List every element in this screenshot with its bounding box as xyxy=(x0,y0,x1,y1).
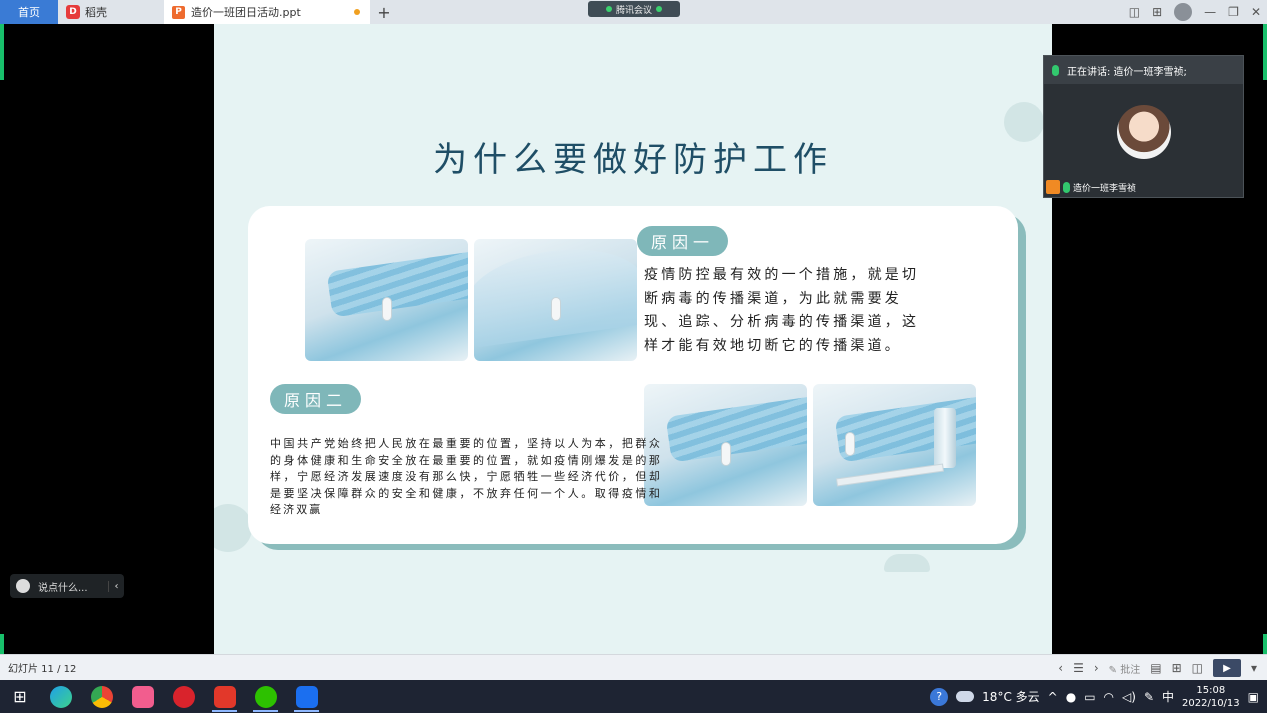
taskbar-chrome[interactable] xyxy=(81,680,122,713)
participant-avatar xyxy=(1117,105,1171,159)
emoji-icon[interactable] xyxy=(16,579,30,593)
grid-view-icon[interactable]: ⊞ xyxy=(1152,5,1162,19)
taskbar-edge[interactable] xyxy=(40,680,81,713)
ime-indicator[interactable]: 中 xyxy=(1162,688,1174,705)
reading-view-icon[interactable]: ◫ xyxy=(1192,661,1203,675)
daoke-logo-icon: D xyxy=(66,5,80,19)
syringe-shape xyxy=(837,464,944,486)
system-tray: ? 18°C 多云 ^ ● ▭ ◠ ◁) ✎ 中 15:08 2022/10/1… xyxy=(930,680,1267,713)
window-controls: ◫ ⊞ — ❐ ✕ xyxy=(1129,0,1261,24)
signal-icon xyxy=(605,6,612,12)
unsaved-dot-icon xyxy=(354,9,360,15)
chat-input-widget[interactable]: 说点什么... ‹ xyxy=(10,574,124,598)
new-tab-button[interactable]: + xyxy=(370,0,398,24)
reading-mode-icon[interactable]: ◫ xyxy=(1129,5,1140,19)
virus-decoration-icon xyxy=(214,504,252,552)
vial-shape xyxy=(934,408,957,469)
share-border-mark xyxy=(0,634,4,654)
recording-dot-icon xyxy=(656,6,662,12)
restore-icon[interactable]: ❐ xyxy=(1228,5,1239,19)
speaking-indicator: 正在讲话: 造价一班李雪祯; xyxy=(1044,56,1243,84)
mask-photo-2 xyxy=(474,239,637,361)
taskbar-wps[interactable] xyxy=(204,680,245,713)
annotate-button[interactable]: ✎ 批注 xyxy=(1109,661,1141,676)
chrome-browser-icon xyxy=(90,685,113,708)
clock[interactable]: 15:08 2022/10/13 xyxy=(1182,684,1240,710)
microphone-tray-icon[interactable]: ● xyxy=(1066,690,1076,704)
weather-cloud-icon xyxy=(956,691,975,702)
user-icon xyxy=(1046,180,1060,194)
windows-start-icon[interactable]: ⊞ xyxy=(0,687,40,706)
reason2-badge: 原因二 xyxy=(270,384,362,414)
sorter-view-icon[interactable]: ⊞ xyxy=(1172,661,1182,675)
taskbar: ⊞ ? 18°C 多云 ^ ● ▭ ◠ ◁) ✎ 中 15:08 2022/10… xyxy=(0,680,1267,713)
mask-photo-1 xyxy=(305,239,468,361)
share-border-mark xyxy=(1263,634,1267,654)
slide-counter: 幻灯片 11 / 12 xyxy=(8,664,77,675)
slide-list-icon[interactable]: ☰ xyxy=(1073,661,1084,675)
minimize-icon[interactable]: — xyxy=(1204,5,1216,19)
taskbar-bilibili[interactable] xyxy=(122,680,163,713)
status-controls: ‹ ☰ › ✎ 批注 ▤ ⊞ ◫ ▶ ▾ xyxy=(1058,655,1257,681)
bilibili-icon xyxy=(131,685,154,708)
reason1-badge: 原因一 xyxy=(637,226,729,256)
wechat-icon xyxy=(254,685,277,708)
netease-music-icon xyxy=(172,685,195,708)
slide-title: 为什么要做好防护工作 xyxy=(433,140,833,180)
next-slide-icon[interactable]: › xyxy=(1094,661,1099,675)
notification-icon[interactable]: ▣ xyxy=(1248,690,1259,704)
user-avatar[interactable] xyxy=(1174,3,1193,21)
play-slideshow-button[interactable]: ▶ xyxy=(1212,659,1241,677)
pen-icon[interactable]: ✎ xyxy=(1144,690,1154,704)
share-border-mark xyxy=(1263,24,1267,80)
microphone-icon xyxy=(1063,181,1070,193)
weather-text[interactable]: 18°C 多云 xyxy=(982,688,1039,705)
taskbar-wechat[interactable] xyxy=(245,680,286,713)
status-bar: 幻灯片 11 / 12 ‹ ☰ › ✎ 批注 ▤ ⊞ ◫ ▶ ▾ xyxy=(0,654,1267,680)
edge-browser-icon xyxy=(49,685,72,708)
wps-office-icon xyxy=(213,685,236,708)
close-icon[interactable]: ✕ xyxy=(1251,5,1261,19)
reason2-text: 中国共产党始终把人民放在最重要的位置，坚持以人为本，把群众的身体健康和生命安全放… xyxy=(270,437,662,516)
tencent-meeting-icon xyxy=(295,685,318,708)
wifi-icon[interactable]: ◠ xyxy=(1104,690,1114,704)
participant-label: 造价一班李雪祯 xyxy=(1046,179,1136,195)
title-bar: 首页 D 稻壳 P 造价一班团日活动.ppt + 腾讯会议 ◫ ⊞ — ❐ ✕ xyxy=(0,0,1267,24)
tab-home[interactable]: 首页 xyxy=(0,0,58,24)
volume-icon[interactable]: ◁) xyxy=(1122,690,1136,704)
taskbar-netease-music[interactable] xyxy=(163,680,204,713)
ppt-file-icon: P xyxy=(172,5,185,19)
help-icon[interactable]: ? xyxy=(930,687,949,706)
tray-expand-icon[interactable]: ^ xyxy=(1048,690,1058,704)
vaccine-photo xyxy=(813,384,976,506)
tab-daoke[interactable]: D 稻壳 xyxy=(58,0,164,24)
tab-document[interactable]: P 造价一班团日活动.ppt xyxy=(164,0,370,24)
battery-icon[interactable]: ▭ xyxy=(1084,690,1095,704)
meeting-indicator[interactable]: 腾讯会议 xyxy=(588,1,680,17)
reason1-text: 疫情防控最有效的一个措施，就是切断病毒的传播渠道，为此就需要发现、追踪、分析病毒… xyxy=(644,267,920,354)
taskbar-tencent-meeting[interactable] xyxy=(286,680,327,713)
prev-slide-icon[interactable]: ‹ xyxy=(1058,661,1063,675)
microphone-icon xyxy=(1052,64,1059,76)
mask-photo-3 xyxy=(644,384,807,506)
video-panel[interactable]: 正在讲话: 造价一班李雪祯; 造价一班李雪祯 xyxy=(1043,55,1244,198)
slide-canvas: 为什么要做好防护工作 原因一 疫情防控最有效的一个措施，就是切断病毒的传播渠道，… xyxy=(214,24,1052,654)
chevron-left-icon[interactable]: ‹ xyxy=(108,580,124,592)
normal-view-icon[interactable]: ▤ xyxy=(1150,661,1161,675)
virus-decoration-icon xyxy=(884,554,930,572)
play-options-icon[interactable]: ▾ xyxy=(1251,661,1257,675)
share-border-mark xyxy=(0,24,4,80)
